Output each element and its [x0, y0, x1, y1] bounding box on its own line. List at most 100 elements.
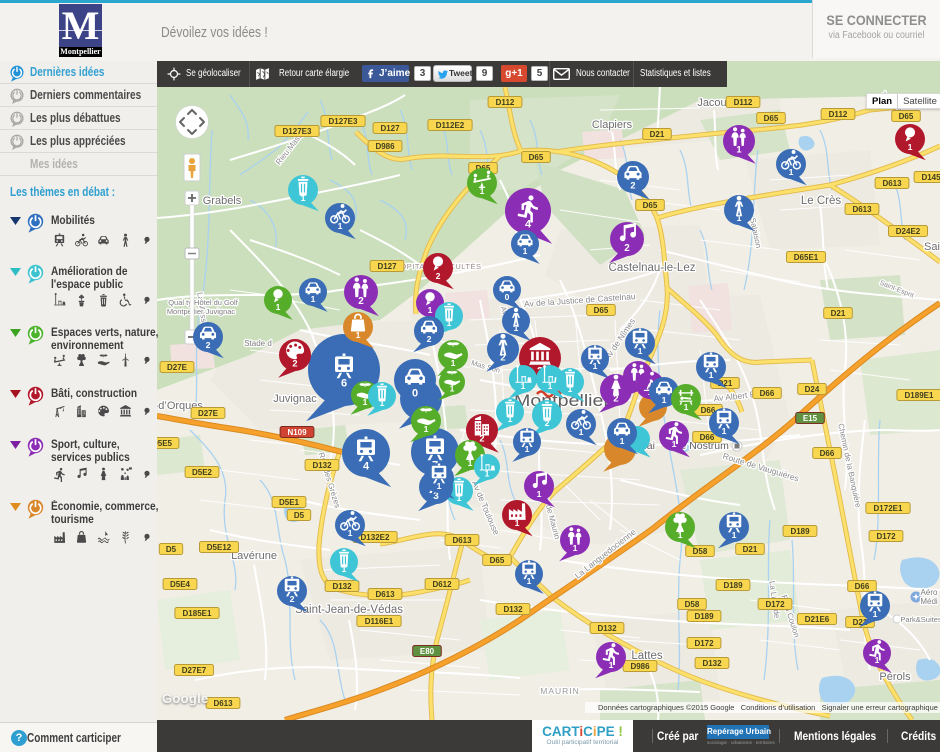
svg-text:D27E: D27E [167, 363, 188, 372]
svg-text:D613: D613 [882, 179, 902, 188]
svg-text:D185E1: D185E1 [183, 609, 212, 618]
svg-text:D5E5: D5E5 [157, 439, 173, 448]
svg-text:D65: D65 [594, 306, 609, 315]
svg-text:D189: D189 [723, 581, 743, 590]
svg-text:D172E1: D172E1 [874, 504, 903, 513]
svg-text:1: 1 [468, 458, 473, 468]
svg-text:4: 4 [525, 219, 532, 231]
svg-text:D132: D132 [503, 605, 523, 614]
svg-text:1: 1 [568, 384, 573, 394]
svg-text:1: 1 [525, 444, 530, 454]
svg-text:4: 4 [363, 461, 370, 473]
svg-text:D65: D65 [899, 112, 914, 121]
svg-text:D613: D613 [213, 699, 233, 708]
svg-text:D127: D127 [380, 124, 400, 133]
svg-text:D65: D65 [764, 114, 779, 123]
svg-text:1: 1 [537, 489, 542, 499]
svg-text:0: 0 [505, 292, 510, 302]
svg-text:D613: D613 [852, 205, 872, 214]
svg-text:Grabels: Grabels [203, 195, 242, 207]
svg-text:2: 2 [479, 434, 484, 444]
svg-text:D613: D613 [375, 590, 395, 599]
svg-text:1: 1 [508, 414, 513, 424]
svg-text:D127E3: D127E3 [283, 127, 312, 136]
svg-text:D127: D127 [377, 262, 397, 271]
svg-text:1: 1 [736, 145, 741, 155]
svg-text:D58: D58 [685, 600, 700, 609]
svg-text:D112E2: D112E2 [436, 121, 465, 130]
svg-text:D172: D172 [765, 600, 785, 609]
svg-text:D986: D986 [375, 142, 395, 151]
svg-text:2: 2 [206, 340, 211, 350]
svg-text:D5E4: D5E4 [170, 580, 191, 589]
svg-text:1: 1 [908, 142, 913, 152]
svg-text:1: 1 [548, 381, 553, 391]
svg-text:1: 1 [737, 213, 742, 223]
svg-text:1: 1 [480, 186, 485, 196]
svg-text:1: 1 [424, 424, 429, 434]
svg-text:Médi: Médi [920, 597, 938, 606]
svg-text:1: 1 [579, 427, 584, 437]
svg-text:Clapiers: Clapiers [592, 119, 633, 131]
svg-text:1: 1 [348, 528, 353, 538]
svg-text:D21: D21 [831, 309, 846, 318]
svg-text:D65: D65 [643, 201, 658, 210]
svg-text:1: 1 [789, 167, 794, 177]
svg-text:Juvignac: Juvignac [273, 393, 317, 405]
svg-text:1: 1 [437, 481, 442, 491]
svg-text:1: 1 [875, 655, 880, 665]
svg-text:D66: D66 [700, 433, 715, 442]
svg-text:2: 2 [427, 334, 432, 344]
svg-text:1: 1 [311, 294, 316, 304]
svg-text:D612: D612 [432, 580, 452, 589]
svg-text:D112: D112 [496, 98, 515, 107]
svg-text:1: 1 [338, 221, 343, 231]
svg-text:1: 1 [342, 564, 347, 574]
svg-text:1: 1 [356, 330, 361, 340]
svg-text:2: 2 [613, 394, 618, 404]
svg-text:D132: D132 [332, 582, 352, 591]
svg-text:1: 1 [514, 323, 519, 333]
svg-text:Aéro: Aéro [921, 588, 938, 597]
svg-text:Montpellier Juvignac: Montpellier Juvignac [167, 307, 236, 316]
svg-text:1: 1 [593, 361, 598, 371]
svg-text:D132: D132 [312, 461, 332, 470]
svg-text:D21: D21 [650, 130, 665, 139]
svg-text:D66: D66 [760, 389, 775, 398]
svg-text:D112: D112 [829, 110, 848, 119]
svg-text:0: 0 [412, 388, 418, 400]
svg-text:1: 1 [451, 358, 456, 368]
svg-text:1: 1 [684, 402, 689, 412]
svg-text:E80: E80 [420, 647, 435, 656]
svg-text:2: 2 [290, 594, 295, 604]
svg-text:1: 1 [527, 576, 532, 586]
svg-text:D172: D172 [694, 639, 714, 648]
svg-text:D21: D21 [743, 545, 758, 554]
svg-text:D172: D172 [876, 532, 896, 541]
svg-text:2: 2 [624, 243, 630, 254]
svg-text:D5: D5 [166, 545, 177, 554]
svg-text:E15: E15 [803, 414, 818, 423]
svg-text:1: 1 [873, 609, 878, 619]
svg-text:2: 2 [500, 353, 505, 363]
svg-text:D65E1: D65E1 [794, 253, 819, 262]
svg-text:D116E1: D116E1 [365, 617, 394, 626]
svg-text:Stade d: Stade d [244, 339, 272, 348]
svg-text:1: 1 [521, 381, 526, 391]
svg-text:1: 1 [450, 383, 455, 393]
svg-text:Montpellier: Montpellier [514, 391, 610, 410]
svg-text:Saint-Jean-de-Védas: Saint-Jean-de-Védas [295, 604, 403, 616]
svg-text:D65: D65 [529, 153, 544, 162]
svg-text:1: 1 [380, 398, 385, 408]
svg-text:Pérols: Pérols [879, 671, 911, 683]
svg-text:1: 1 [515, 518, 520, 528]
svg-text:1: 1 [722, 426, 727, 436]
svg-text:N109: N109 [287, 428, 307, 437]
svg-text:D132: D132 [597, 624, 617, 633]
svg-text:D24: D24 [805, 385, 820, 394]
svg-text:Le Crès: Le Crès [801, 195, 842, 207]
svg-text:D127E3: D127E3 [329, 117, 358, 126]
svg-text:1: 1 [485, 468, 490, 478]
svg-text:Qual ty Hôtel du Golf: Qual ty Hôtel du Golf [168, 298, 239, 307]
svg-text:D65: D65 [490, 556, 505, 565]
